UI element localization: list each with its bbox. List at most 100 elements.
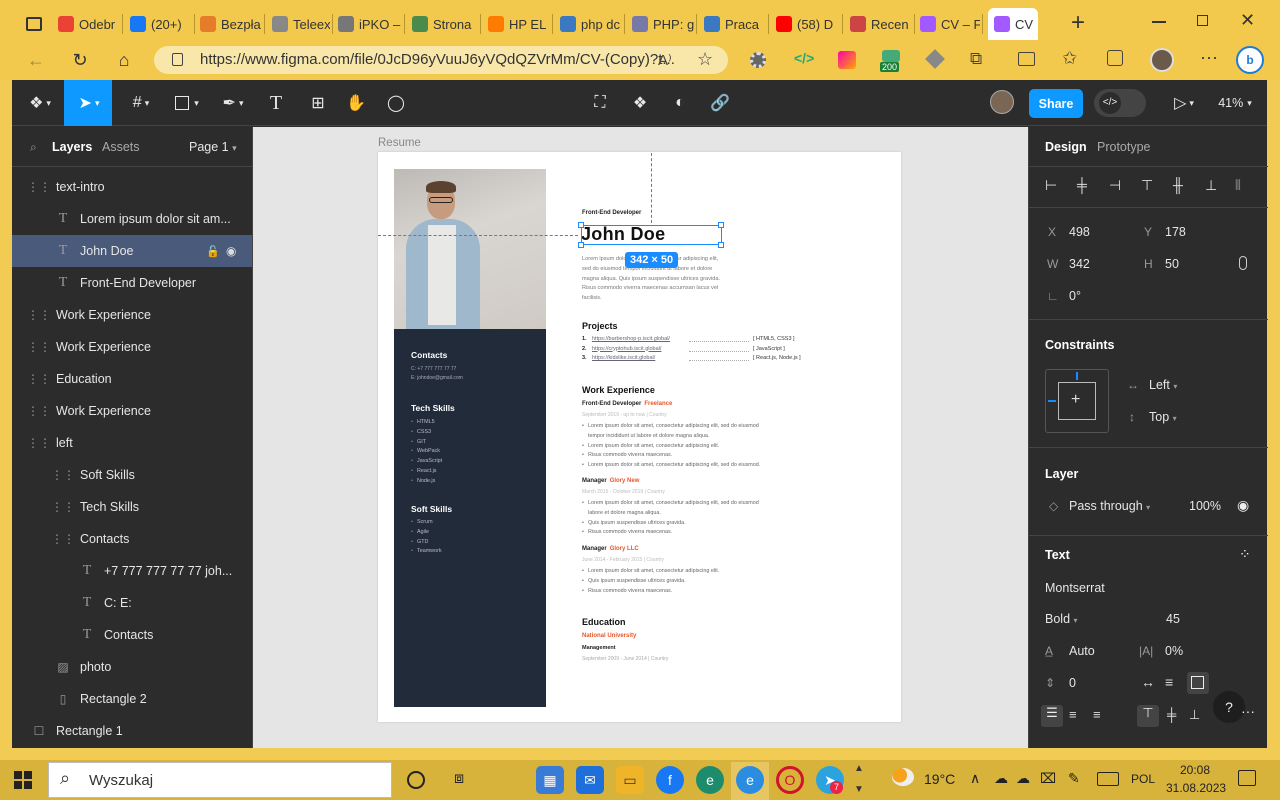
taskbar-scroll-down[interactable]: ▼ (854, 784, 864, 795)
edu-title[interactable]: Education (582, 617, 626, 627)
task-view-icon[interactable]: ⧈ (454, 770, 464, 788)
layer-row[interactable]: T John Doe 🔓 ◉ (12, 235, 252, 267)
valign-bottom-icon[interactable]: ⊥ (1189, 707, 1200, 723)
constraints-widget[interactable]: + (1045, 369, 1109, 433)
browser-tab[interactable]: CV✕ (988, 8, 1038, 40)
facebook-icon[interactable]: f (656, 766, 684, 794)
tray-overflow-icon[interactable]: ∧ (970, 770, 980, 787)
layer-row[interactable]: T Contacts (12, 619, 252, 651)
job-title[interactable]: Manager Glory New (582, 478, 639, 484)
resources-tool-icon[interactable]: ⊞ (306, 91, 330, 115)
browser-tab[interactable]: php dc (560, 8, 622, 40)
work-title[interactable]: Work Experience (582, 385, 655, 395)
align-vcenter-icon[interactable]: ╫ (1173, 177, 1183, 193)
extensions-puzzle-icon[interactable]: ⧉ (970, 49, 982, 69)
mail-icon[interactable]: ✉ (576, 766, 604, 794)
tab-design[interactable]: Design (1045, 140, 1087, 154)
share-button[interactable]: Share (1029, 89, 1083, 118)
selection-handle-tl[interactable] (578, 222, 584, 228)
text-tool-icon[interactable]: T (264, 91, 288, 115)
layer-row[interactable]: ⋮⋮ Soft Skills (12, 459, 252, 491)
search-icon[interactable]: ⌕ (30, 140, 37, 155)
align-bottom-icon[interactable]: ⊥ (1205, 177, 1217, 194)
align-hcenter-icon[interactable]: ╪ (1077, 177, 1087, 193)
extension-code-icon[interactable]: </> (794, 50, 814, 66)
layer-row[interactable]: ⋮⋮ Work Experience (12, 299, 252, 331)
browser-tab[interactable]: Teleex (272, 8, 330, 40)
cv-role[interactable]: Front-End Developer (582, 210, 641, 216)
text-align-right-icon[interactable]: ≡ (1093, 707, 1101, 722)
bing-copilot-icon[interactable]: b (1236, 46, 1264, 74)
project-link[interactable]: https://barbershop-p.iscit.global/ (592, 336, 670, 342)
extension-gradient-icon[interactable] (838, 51, 856, 69)
layer-row[interactable]: T +7 777 777 77 77 joh... (12, 555, 252, 587)
auto-height-icon[interactable]: ≡ (1165, 674, 1173, 690)
distribute-icon[interactable]: ⫴ (1235, 177, 1241, 194)
layer-row[interactable]: ⋮⋮ Work Experience (12, 331, 252, 363)
browser-tab[interactable]: (20+) (130, 8, 192, 40)
visibility-eye-icon[interactable]: ◉ (226, 244, 236, 258)
crop-icon[interactable]: ⛶ (588, 91, 612, 115)
layer-row[interactable]: ⋮⋮ left (12, 427, 252, 459)
maximize-button[interactable] (1197, 15, 1208, 26)
auto-width-icon[interactable]: ↔ (1141, 674, 1155, 690)
browser-tab[interactable]: PHP: g (632, 8, 694, 40)
component-icon[interactable]: ❖ (628, 91, 652, 115)
address-bar[interactable]: https://www.figma.com/file/0JcD96yVuuJ6y… (154, 46, 728, 74)
phone-text[interactable]: C: +7 777 777 77 77 (411, 366, 456, 372)
clock-date[interactable]: 31.08.2023 (1166, 781, 1226, 795)
pen-icon[interactable]: ✎ (1068, 770, 1080, 787)
job-title[interactable]: Front-End Developer Freelance (582, 401, 672, 407)
align-right-icon[interactable]: ⊣ (1109, 177, 1121, 194)
selection-handle-tr[interactable] (718, 222, 724, 228)
tab-actions-icon[interactable] (26, 17, 42, 31)
email-text[interactable]: E: johndoe@gmail.com (411, 375, 463, 381)
edge-beta-icon[interactable]: e (696, 766, 724, 794)
edge-icon[interactable]: e (736, 766, 764, 794)
layer-row[interactable]: T Lorem ipsum dolor sit am... (12, 203, 252, 235)
reload-icon[interactable]: ↻ (70, 50, 90, 70)
home-icon[interactable]: ⌂ (114, 50, 134, 70)
text-styles-grid-icon[interactable]: ⁘ (1239, 546, 1251, 563)
clock-time[interactable]: 20:08 (1180, 763, 1210, 777)
browser-tab[interactable]: CV – F (920, 8, 980, 40)
browser-tab[interactable]: iPKO – (338, 8, 402, 40)
layer-row[interactable]: T Front-End Developer (12, 267, 252, 299)
cloud-icon[interactable]: ☁ (1016, 770, 1030, 787)
valign-middle-icon[interactable]: ╪ (1167, 707, 1176, 722)
line-height-field[interactable]: Auto (1069, 644, 1095, 658)
favorite-star-icon[interactable]: ☆ (697, 49, 713, 70)
lock-icon[interactable]: 🔓 (206, 245, 220, 258)
tab-layers[interactable]: Layers (52, 140, 92, 154)
text-align-center-icon[interactable]: ≡ (1069, 707, 1077, 722)
constraint-horizontal[interactable]: Left ▾ (1149, 378, 1177, 392)
taskbar-scroll-up[interactable]: ▲ (854, 763, 864, 774)
projects-title[interactable]: Projects (582, 321, 618, 331)
letter-spacing-field[interactable]: 0% (1165, 644, 1183, 658)
soft-title[interactable]: Soft Skills (411, 504, 452, 514)
font-weight-dropdown[interactable]: Bold ▾ (1045, 612, 1078, 626)
link-icon[interactable]: 🔗 (708, 91, 732, 115)
profile-avatar[interactable] (1150, 48, 1174, 72)
minimize-button[interactable] (1152, 21, 1166, 23)
taskbar-search-box[interactable]: Wyszukaj (48, 762, 392, 798)
browser-tab[interactable]: Strona (412, 8, 478, 40)
back-icon[interactable]: ← (26, 50, 46, 70)
notifications-icon[interactable] (1238, 770, 1256, 786)
font-size-field[interactable]: 45 (1166, 612, 1180, 626)
contacts-title[interactable]: Contacts (411, 350, 447, 360)
profile-photo[interactable] (394, 169, 546, 329)
more-menu-icon[interactable]: ··· (1200, 47, 1218, 68)
extension-gear-icon[interactable] (750, 52, 766, 68)
text-align-left-icon[interactable]: ☰ (1041, 705, 1063, 727)
tab-assets[interactable]: Assets (102, 140, 140, 154)
frame-tool-icon[interactable]: # ▾ (124, 91, 158, 115)
fixed-size-icon[interactable] (1187, 672, 1209, 694)
canvas[interactable]: Resume Front-End Developer John Doe Lore… (253, 127, 1028, 748)
w-field[interactable]: 342 (1069, 257, 1090, 271)
close-window-button[interactable]: ✕ (1240, 10, 1255, 31)
layer-row[interactable]: ☐ Rectangle 1 (12, 715, 252, 747)
collections-icon[interactable] (1107, 50, 1123, 66)
browser-tab[interactable]: Recen (850, 8, 912, 40)
visibility-eye-icon[interactable]: ◉ (1237, 497, 1249, 514)
